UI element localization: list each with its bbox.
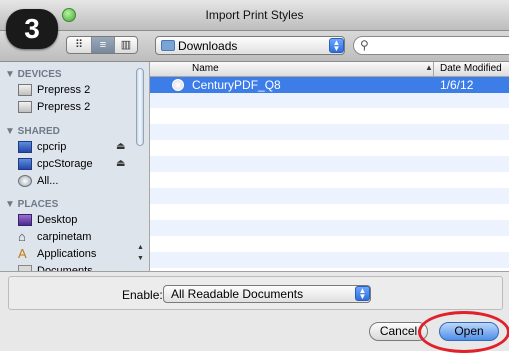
column-view-button[interactable]: ▥ — [115, 37, 137, 53]
popup-arrows-icon: ▲ ▼ — [355, 286, 370, 301]
list-view-button[interactable]: ≡ — [92, 37, 115, 53]
server-icon — [18, 141, 32, 153]
enable-value: All Readable Documents — [171, 287, 304, 301]
file-name: CenturyPDF_Q8 — [192, 78, 281, 92]
location-label: Downloads — [178, 39, 238, 53]
list-stripe — [150, 188, 509, 204]
list-stripe — [150, 220, 509, 236]
eject-icon[interactable]: ⏏ — [116, 158, 125, 169]
list-stripe — [150, 124, 509, 140]
disk-icon — [18, 84, 32, 96]
table-row[interactable]: CenturyPDF_Q8 1/6/12 — [150, 77, 509, 93]
list-stripe — [150, 156, 509, 172]
enable-label: Enable: — [122, 288, 163, 302]
icon-view-button[interactable]: ⠿ — [67, 37, 92, 53]
shared-header: ▼ SHARED — [5, 126, 60, 137]
sort-ascending-icon: ▲ — [425, 63, 433, 72]
column-header: Name ▲ Date Modified — [150, 62, 509, 77]
scroll-up-icon[interactable]: ▲ — [137, 244, 144, 251]
disk-icon — [18, 101, 32, 113]
view-mode-control: ⠿ ≡ ▥ — [66, 36, 138, 54]
scroll-down-icon[interactable]: ▼ — [137, 255, 144, 262]
list-stripe — [150, 92, 509, 108]
network-icon — [18, 175, 32, 187]
search-input[interactable]: ⚲ — [353, 36, 509, 55]
server-icon — [18, 158, 32, 170]
sidebar-scroll-thumb[interactable] — [136, 68, 144, 146]
window-title: Import Print Styles — [205, 8, 304, 22]
popup-arrows-icon: ▲ ▼ — [329, 38, 344, 53]
folder-icon — [161, 40, 175, 51]
desktop-icon — [18, 214, 32, 226]
grid-icon: ⠿ — [74, 39, 84, 51]
column-divider — [433, 62, 434, 76]
applications-icon: A — [18, 246, 27, 261]
devices-header: ▼ DEVICES — [5, 69, 62, 80]
search-icon: ⚲ — [360, 38, 369, 52]
places-header: ▼ PLACES — [5, 199, 59, 210]
list-stripe — [150, 252, 509, 268]
date-column-header[interactable]: Date Modified — [440, 63, 502, 74]
document-icon — [172, 79, 184, 91]
name-column-header[interactable]: Name — [192, 63, 219, 74]
list-icon: ≡ — [99, 39, 107, 51]
location-popup[interactable]: Downloads ▲ ▼ — [155, 36, 345, 55]
eject-icon[interactable]: ⏏ — [116, 141, 125, 152]
enable-select[interactable]: All Readable Documents ▲ ▼ — [163, 285, 371, 303]
step-badge: 3 — [6, 9, 58, 49]
home-icon: ⌂ — [18, 229, 26, 244]
highlight-circle — [418, 311, 509, 353]
columns-icon: ▥ — [120, 39, 132, 51]
file-date: 1/6/12 — [440, 78, 474, 92]
